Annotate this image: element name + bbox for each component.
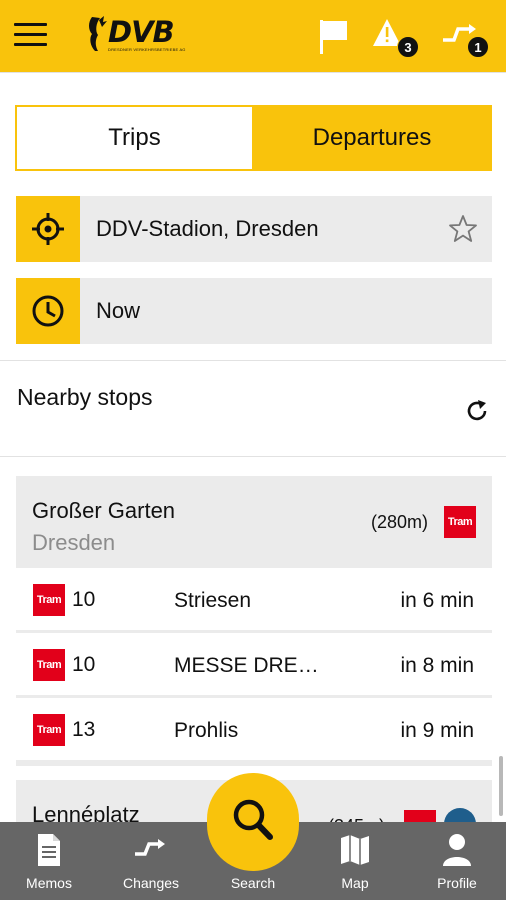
stop-field-value: DDV-Stadion, Dresden	[96, 216, 319, 241]
stop-city: Dresden	[32, 530, 116, 555]
changes-icon	[135, 839, 165, 856]
stop-card[interactable]: Großer Garten Dresden (280m) Tram Tram 1…	[16, 476, 492, 766]
tram-badge: Tram	[33, 714, 65, 746]
destination: Striesen	[174, 589, 252, 612]
search-icon	[233, 799, 273, 840]
nav-changes-label: Changes	[122, 875, 180, 891]
clock-icon[interactable]	[16, 278, 80, 344]
line-number: 13	[72, 718, 96, 741]
tram-badge: Tram	[444, 506, 476, 538]
departure-time: in 8 min	[400, 654, 474, 677]
time-field-value: Now	[96, 298, 141, 323]
stop-distance: (280m)	[370, 512, 428, 532]
departure-row[interactable]: Tram 10 MESSE DRE… in 8 min	[16, 633, 492, 697]
divider	[0, 360, 506, 361]
departure-time: in 6 min	[400, 589, 474, 612]
stop-name: Großer Garten	[32, 498, 176, 523]
divider	[0, 456, 506, 457]
profile-icon	[443, 834, 471, 866]
dvb-logo: DVB DRESDNER VERKEHRSBETRIEBE AG	[86, 12, 196, 58]
tram-badge: Tram	[33, 584, 65, 616]
nav-search-label: Search	[230, 875, 276, 891]
stop-field[interactable]: DDV-Stadion, Dresden	[16, 196, 492, 262]
nav-changes[interactable]: Changes	[106, 822, 196, 900]
changes-count-badge: 1	[467, 36, 489, 58]
destination: Prohlis	[174, 719, 239, 742]
nav-memos-label: Memos	[26, 875, 72, 891]
line-number: 10	[72, 588, 96, 611]
time-field[interactable]: Now	[16, 278, 492, 344]
flag-icon[interactable]	[313, 14, 357, 60]
destination: MESSE DRE…	[174, 654, 319, 677]
divider	[0, 72, 506, 73]
logo-subtitle: DRESDNER VERKEHRSBETRIEBE AG	[108, 47, 186, 52]
line-number: 10	[72, 653, 96, 676]
tab-departures[interactable]: Departures	[252, 105, 492, 171]
changes-icon[interactable]: 1	[440, 14, 489, 60]
notifications-count-badge: 3	[397, 36, 419, 58]
nav-map[interactable]: Map	[310, 822, 400, 900]
warning-icon[interactable]: 3	[370, 14, 419, 60]
tram-badge: Tram	[33, 649, 65, 681]
memo-icon	[38, 834, 60, 866]
map-icon	[341, 835, 369, 865]
tab-trips[interactable]: Trips	[15, 105, 254, 171]
locate-icon[interactable]	[16, 196, 80, 262]
nav-memos[interactable]: Memos	[4, 822, 94, 900]
departure-row[interactable]: Tram 13 Prohlis in 9 min	[16, 698, 492, 762]
nav-profile-label: Profile	[437, 875, 477, 891]
refresh-icon[interactable]	[464, 398, 490, 424]
tab-trips-label: Trips	[108, 124, 161, 151]
search-button[interactable]	[207, 773, 299, 871]
nav-map-label: Map	[341, 875, 369, 891]
departure-row[interactable]: Tram 10 Striesen in 6 min	[16, 568, 492, 632]
nearby-stops-title: Nearby stops	[17, 384, 153, 410]
star-icon[interactable]	[448, 214, 478, 244]
top-app-bar: DVB DRESDNER VERKEHRSBETRIEBE AG 3 1	[0, 0, 506, 72]
logo-text: DVB	[108, 15, 175, 49]
tab-departures-label: Departures	[312, 124, 432, 151]
scrollbar[interactable]	[499, 756, 503, 816]
departure-time: in 9 min	[400, 719, 474, 742]
menu-icon[interactable]	[14, 22, 48, 48]
nav-profile[interactable]: Profile	[412, 822, 502, 900]
